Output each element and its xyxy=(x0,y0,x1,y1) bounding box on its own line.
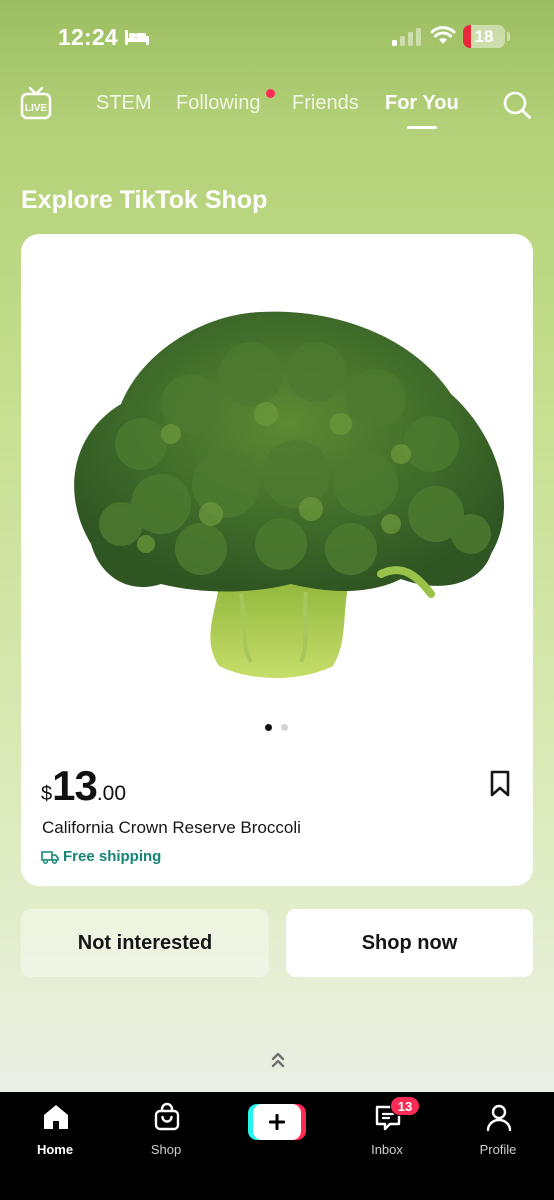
section-title: Explore TikTok Shop xyxy=(21,186,268,214)
carousel-dot[interactable] xyxy=(281,724,288,731)
cellular-signal-icon xyxy=(392,28,421,46)
create-plus-icon xyxy=(269,1114,285,1130)
wifi-icon xyxy=(430,26,456,44)
profile-icon xyxy=(486,1104,512,1132)
nav-inbox-label: Inbox xyxy=(371,1142,403,1157)
product-title[interactable]: California Crown Reserve Broccoli xyxy=(42,818,301,838)
carousel-indicator[interactable] xyxy=(265,724,295,732)
create-button[interactable] xyxy=(248,1104,306,1140)
live-tv-icon[interactable]: LIVE xyxy=(20,86,52,120)
nav-shop[interactable]: Shop xyxy=(121,1100,211,1160)
nav-shop-label: Shop xyxy=(150,1142,182,1157)
tab-following[interactable]: Following xyxy=(176,92,260,115)
nav-home[interactable]: Home xyxy=(10,1100,100,1160)
search-icon[interactable] xyxy=(502,90,532,120)
battery-percentage: 18 xyxy=(474,27,494,46)
nav-home-label: Home xyxy=(36,1142,74,1157)
bottom-navigation: Home Shop 13 Inbox Profile xyxy=(0,1092,554,1200)
tab-friends[interactable]: Friends xyxy=(292,92,359,115)
shipping-text: Free shipping xyxy=(63,848,162,865)
nav-profile[interactable]: Profile xyxy=(453,1100,543,1160)
top-navigation: LIVE STEM Following Friends For You xyxy=(0,80,554,132)
active-tab-indicator xyxy=(407,126,437,129)
status-bar: 12:24 18 xyxy=(0,0,554,76)
nav-profile-label: Profile xyxy=(479,1142,517,1157)
following-notification-dot xyxy=(266,89,275,98)
nav-inbox[interactable]: 13 Inbox xyxy=(342,1096,432,1160)
product-price: $13.00 xyxy=(41,762,126,810)
truck-icon xyxy=(41,850,59,864)
home-icon xyxy=(44,1105,68,1129)
carousel-dot-active[interactable] xyxy=(265,724,272,731)
tab-for-you[interactable]: For You xyxy=(385,92,459,115)
free-shipping-label: Free shipping xyxy=(41,848,161,865)
product-image-broccoli[interactable] xyxy=(51,294,511,694)
clock-time: 12:24 xyxy=(58,24,118,50)
create-button-face xyxy=(253,1104,301,1140)
shopping-bag-icon xyxy=(154,1102,180,1131)
not-interested-button[interactable]: Not interested xyxy=(21,909,269,977)
inbox-badge: 13 xyxy=(390,1096,420,1116)
swipe-up-chevron-icon xyxy=(271,1052,285,1068)
shop-now-button[interactable]: Shop now xyxy=(286,909,533,977)
battery-icon: 18 xyxy=(463,25,505,48)
svg-text:LIVE: LIVE xyxy=(25,103,48,114)
battery-nub xyxy=(507,32,510,41)
product-card[interactable]: $13.00 California Crown Reserve Broccoli… xyxy=(21,234,533,886)
price-whole: 13 xyxy=(52,762,98,809)
bookmark-icon[interactable] xyxy=(489,770,511,798)
price-cents: .00 xyxy=(96,782,127,805)
tab-stem[interactable]: STEM xyxy=(96,92,152,115)
sleep-bed-icon xyxy=(125,30,149,45)
price-currency: $ xyxy=(41,783,53,805)
